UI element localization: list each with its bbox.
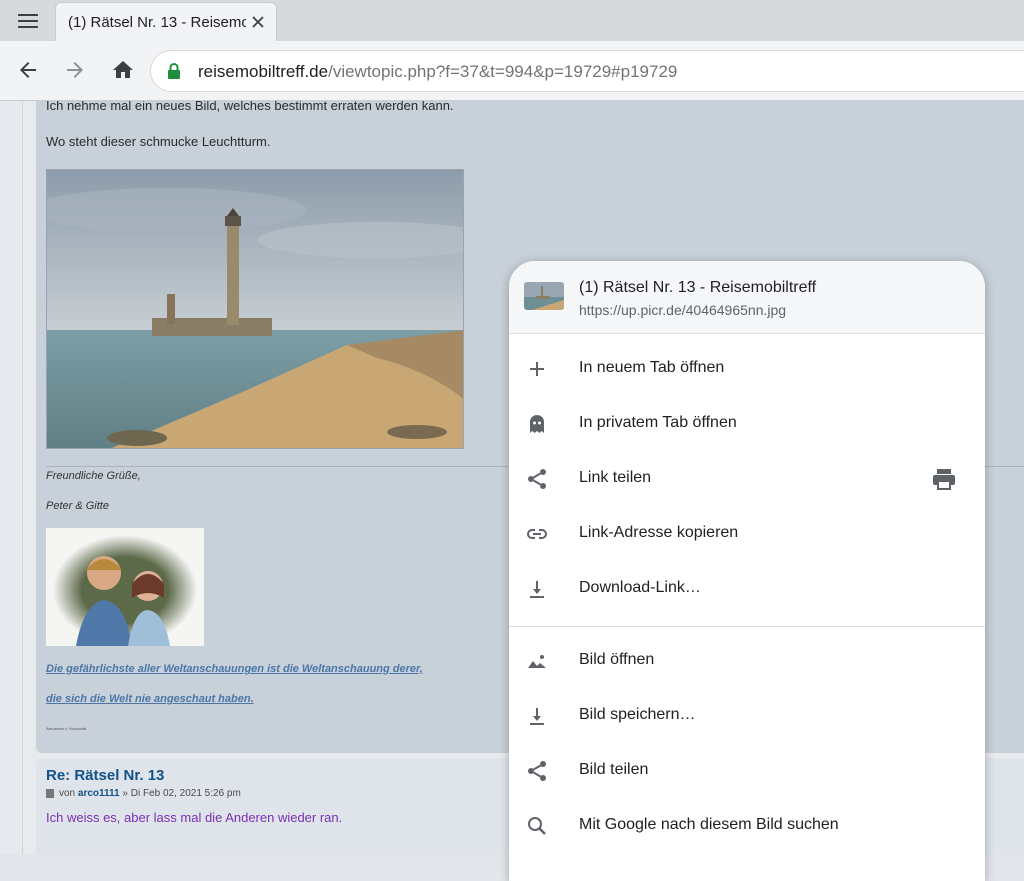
link-icon	[525, 522, 549, 546]
menu-item-label: Download-Link…	[579, 579, 701, 596]
download-icon	[525, 704, 549, 728]
post-title-link[interactable]: Re: Rätsel Nr. 13	[46, 767, 164, 784]
signature-greeting: Freundliche Grüße,	[46, 470, 141, 482]
image-thumbnail	[524, 282, 564, 310]
address-bar[interactable]: reisemobiltreff.de/viewtopic.php?f=37&t=…	[150, 50, 1024, 92]
signature-small-text: Alexander v. Humboldt	[46, 726, 87, 731]
menu-item-share-link[interactable]: Link teilen	[509, 452, 985, 507]
menu-item-open-private-tab[interactable]: In privatem Tab öffnen	[509, 397, 985, 452]
lock-icon[interactable]	[165, 62, 183, 80]
share-icon	[525, 467, 549, 491]
post-body: Ich weiss es, aber lass mal die Anderen …	[46, 810, 343, 825]
menu-divider	[509, 626, 985, 627]
share-icon	[525, 759, 549, 783]
signature-portrait	[46, 528, 204, 646]
page-left-margin	[0, 101, 23, 854]
menu-item-open-image[interactable]: Bild öffnen	[509, 634, 985, 689]
menu-item-download-link[interactable]: Download-Link…	[509, 562, 985, 617]
menu-item-label: Mit Google nach diesem Bild suchen	[579, 816, 839, 833]
tab-strip: (1) Rätsel Nr. 13 - Reisemobiltreff	[0, 0, 1024, 41]
menu-item-label: Link teilen	[579, 469, 652, 486]
close-icon[interactable]	[250, 14, 266, 30]
context-menu: (1) Rätsel Nr. 13 - Reisemobiltreff http…	[509, 261, 985, 881]
post-date: » Di Feb 02, 2021 5:26 pm	[122, 788, 241, 799]
ghost-icon	[525, 412, 549, 436]
signature-quote-link-1[interactable]: Die gefährlichste aller Weltanschauungen…	[46, 663, 423, 675]
context-menu-header: (1) Rätsel Nr. 13 - Reisemobiltreff http…	[509, 261, 985, 334]
menu-item-save-image[interactable]: Bild speichern…	[509, 689, 985, 744]
browser-tab[interactable]: (1) Rätsel Nr. 13 - Reisemobiltreff	[55, 2, 277, 41]
menu-item-label: In privatem Tab öffnen	[579, 414, 737, 431]
menu-item-label: Link-Adresse kopieren	[579, 524, 739, 541]
context-menu-url: https://up.picr.de/40464965nn.jpg	[579, 302, 787, 318]
menu-item-label: Bild öffnen	[579, 651, 655, 668]
plus-icon	[525, 357, 549, 381]
meta-prefix: von	[59, 788, 76, 799]
print-icon[interactable]	[931, 467, 957, 491]
menu-icon[interactable]	[8, 8, 48, 34]
signature-quote-link-2[interactable]: die sich die Welt nie angeschaut haben.	[46, 693, 254, 705]
lighthouse-photo[interactable]	[46, 169, 464, 449]
url-path: /viewtopic.php?f=37&t=994&p=19729#p19729	[328, 62, 678, 81]
search-icon	[525, 814, 549, 838]
menu-item-label: Bild speichern…	[579, 706, 696, 723]
signature-names: Peter & Gitte	[46, 500, 109, 512]
image-icon	[525, 649, 549, 673]
post-meta: von arco1111 » Di Feb 02, 2021 5:26 pm	[46, 788, 241, 799]
menu-item-copy-link[interactable]: Link-Adresse kopieren	[509, 507, 985, 562]
download-icon	[525, 577, 549, 601]
menu-item-label: Bild teilen	[579, 761, 649, 778]
back-arrow-icon[interactable]	[16, 58, 40, 82]
menu-item-share-image[interactable]: Bild teilen	[509, 744, 985, 799]
menu-item-open-new-tab[interactable]: In neuem Tab öffnen	[509, 342, 985, 397]
url-host: reisemobiltreff.de	[198, 62, 329, 81]
browser-toolbar: reisemobiltreff.de/viewtopic.php?f=37&t=…	[0, 41, 1024, 101]
post-question-text: Wo steht dieser schmucke Leuchtturm.	[46, 134, 271, 149]
forward-arrow-icon[interactable]	[63, 58, 87, 82]
url-text[interactable]: reisemobiltreff.de/viewtopic.php?f=37&t=…	[198, 62, 677, 82]
menu-item-label: In neuem Tab öffnen	[579, 359, 725, 376]
post-icon[interactable]	[46, 788, 54, 798]
author-link[interactable]: arco1111	[78, 788, 120, 799]
home-icon[interactable]	[111, 58, 135, 82]
post-intro-text: Ich nehme mal ein neues Bild, welches be…	[46, 101, 454, 113]
menu-item-google-image-search[interactable]: Mit Google nach diesem Bild suchen	[509, 799, 985, 854]
context-menu-title: (1) Rätsel Nr. 13 - Reisemobiltreff	[579, 279, 817, 296]
tab-title: (1) Rätsel Nr. 13 - Reisemobiltreff	[68, 14, 246, 31]
